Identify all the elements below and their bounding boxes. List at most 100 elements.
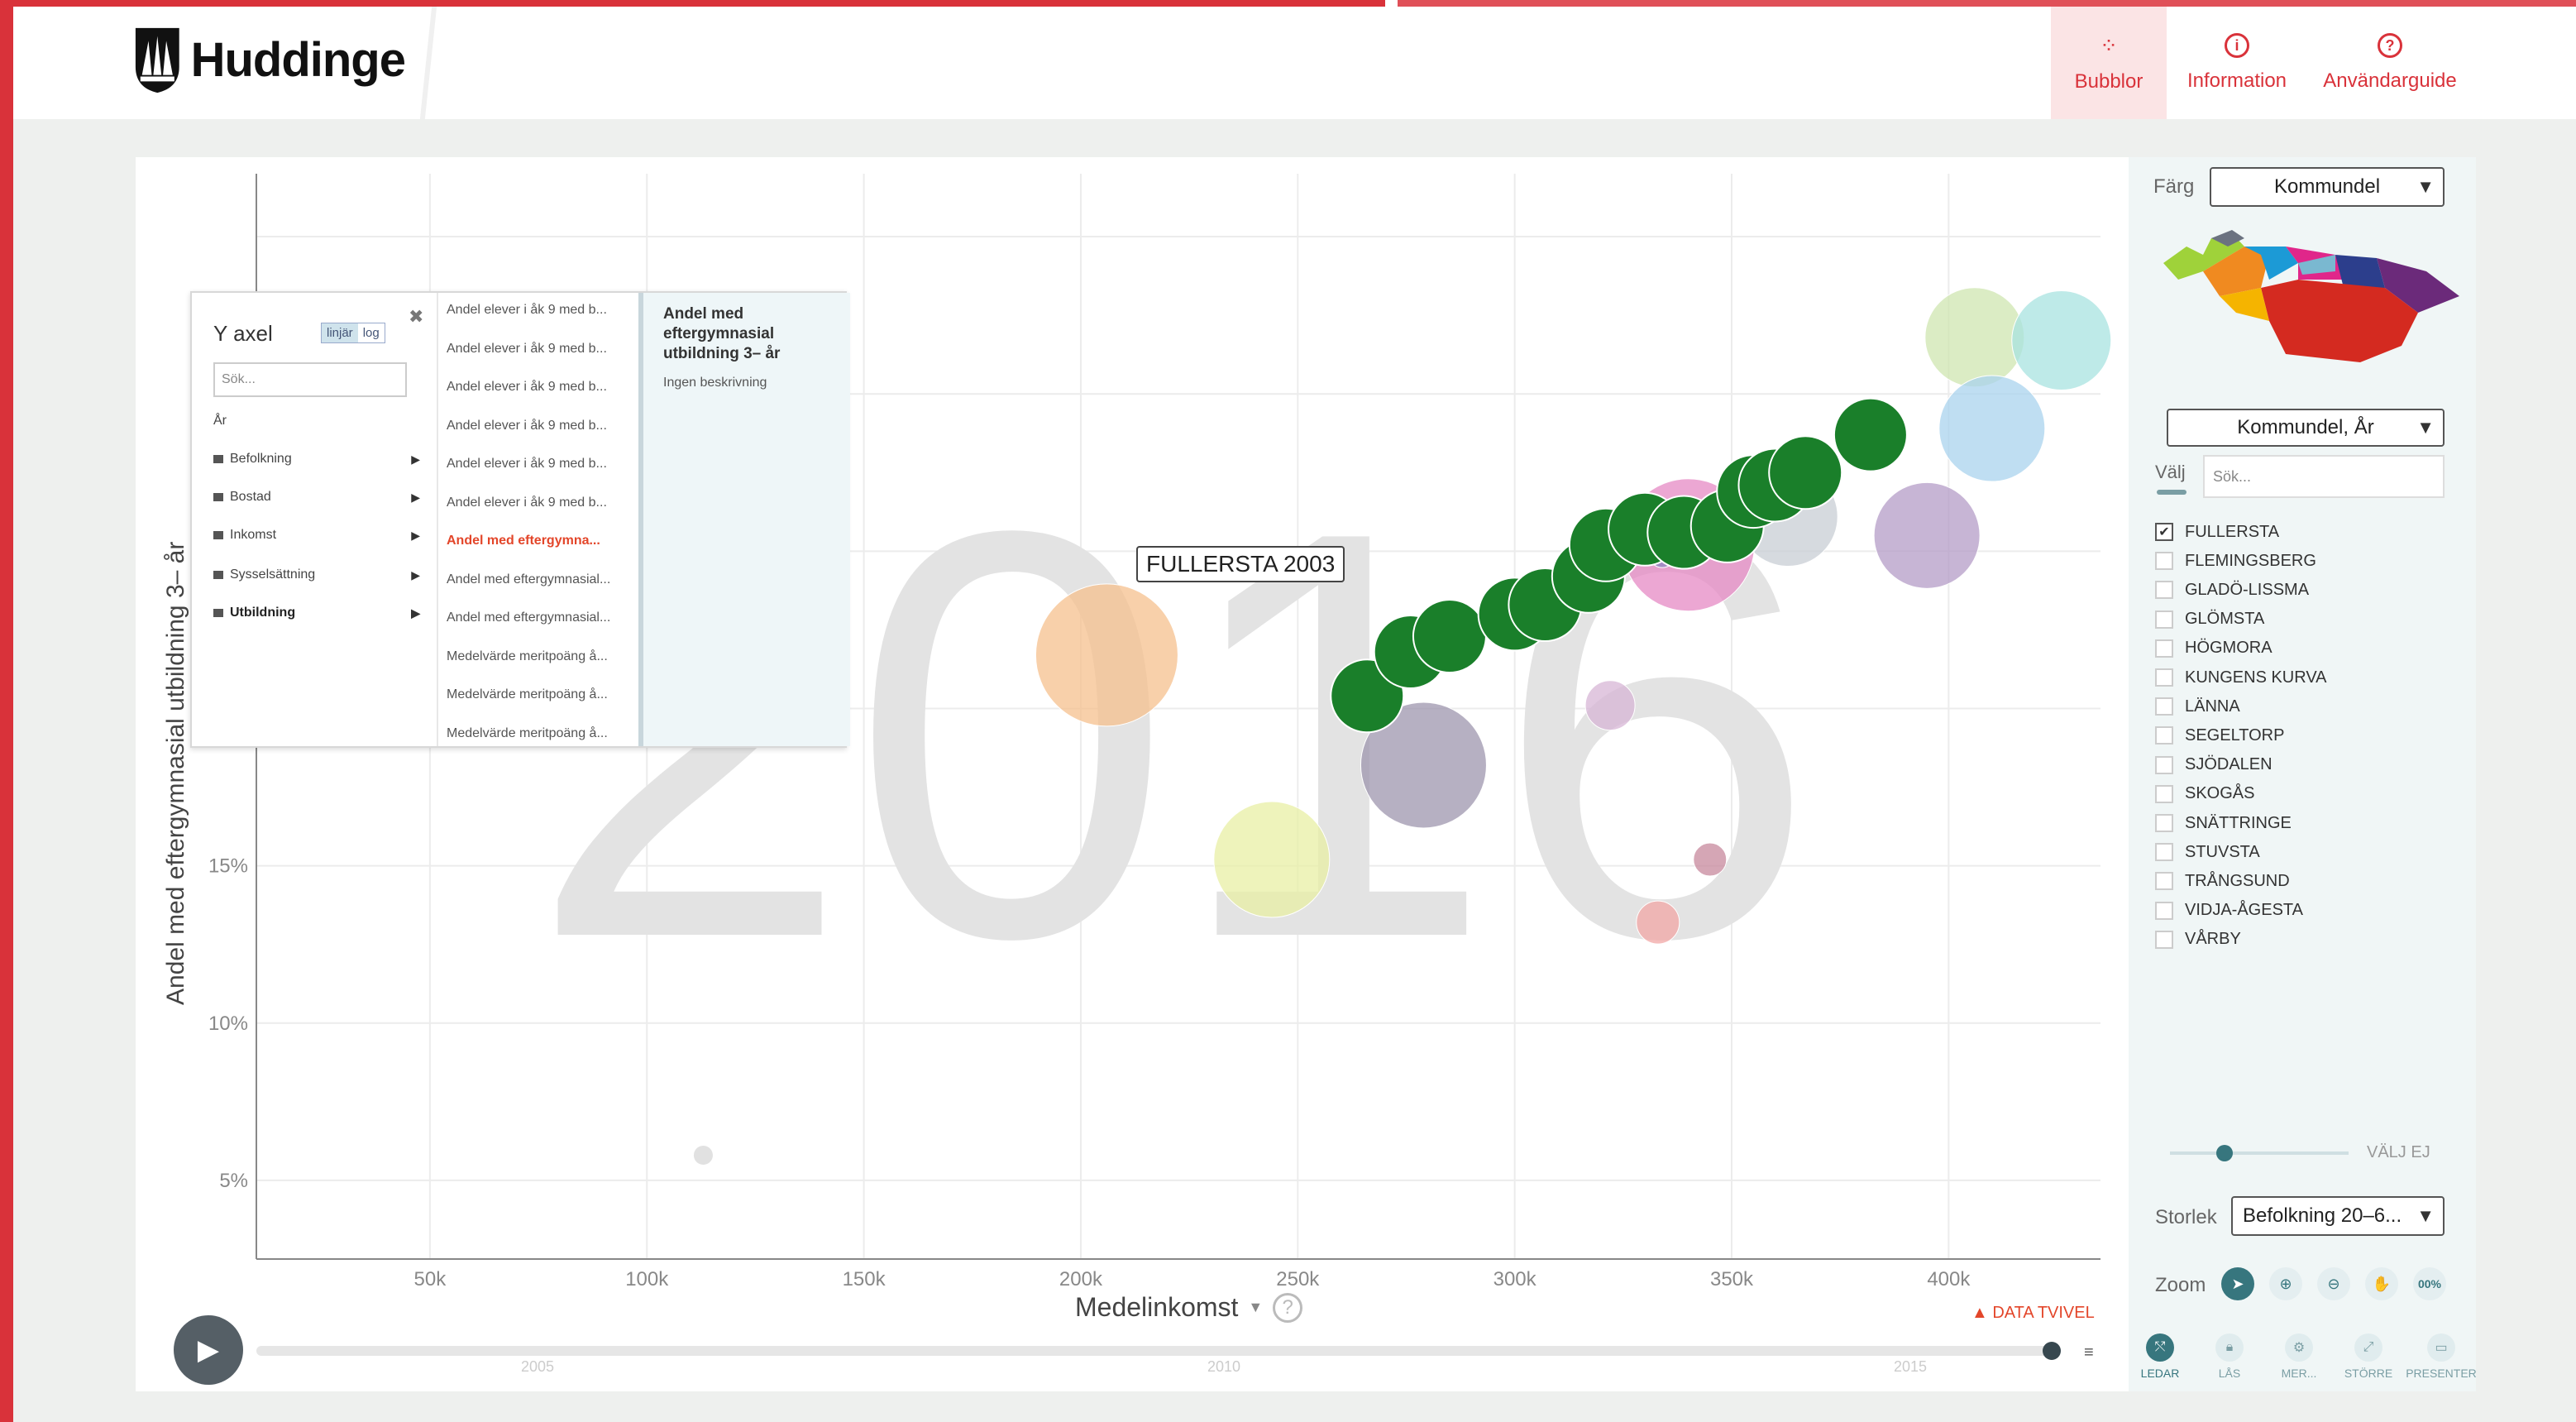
y-menu-option[interactable]: Andel elever i åk 9 med b...	[447, 419, 630, 433]
trail-bubble[interactable]	[1412, 599, 1487, 674]
trail-bubble[interactable]	[1833, 397, 1908, 472]
zoom-reset-button[interactable]: 00%	[2413, 1267, 2446, 1300]
y-menu-item-label: År	[213, 414, 227, 428]
y-axis-title[interactable]: Andel med eftergymnasial utbildning 3– å…	[162, 542, 189, 1005]
checkbox[interactable]	[2155, 930, 2173, 949]
bubble[interactable]	[1213, 801, 1331, 918]
pan-tool-button[interactable]: ✋	[2365, 1267, 2398, 1300]
district-checkbox-row[interactable]: TRÅNGSUND	[2155, 869, 2420, 893]
y-tick-label: 10%	[208, 1013, 248, 1035]
bubble[interactable]	[1636, 900, 1680, 945]
y-menu-tree: Y axel linjär log ✖ Sök... År Befolkning…	[192, 293, 433, 746]
bubble[interactable]	[1584, 680, 1636, 731]
checkbox[interactable]	[2155, 697, 2173, 716]
district-checkbox-row[interactable]: LÄNNA	[2155, 694, 2420, 719]
close-icon[interactable]: ✖	[409, 306, 423, 328]
select-slider[interactable]	[2157, 490, 2186, 495]
checkbox[interactable]	[2155, 610, 2173, 629]
y-menu-option[interactable]: Andel elever i åk 9 med b...	[447, 496, 630, 510]
district-checkbox-row[interactable]: VIDJA-ÅGESTA	[2155, 898, 2420, 923]
bubble[interactable]	[1938, 375, 2046, 482]
bubble[interactable]	[1693, 842, 1728, 877]
opacity-slider-handle[interactable]	[2216, 1145, 2233, 1161]
bubble[interactable]	[2011, 290, 2112, 391]
more-button[interactable]: ⚙ MER...	[2266, 1324, 2332, 1390]
data-warning-link[interactable]: ▲ DATA TVIVEL	[1971, 1304, 2095, 1323]
district-checkbox-row[interactable]: KUNGENS KURVA	[2155, 665, 2420, 690]
checkbox[interactable]	[2155, 668, 2173, 687]
district-checkbox-row[interactable]: VÅRBY	[2155, 927, 2420, 952]
timeline-speed-icon[interactable]: ≡	[2084, 1343, 2094, 1362]
y-menu-search-input[interactable]: Sök...	[213, 362, 407, 397]
trail-bubble[interactable]	[1768, 435, 1843, 510]
bubble[interactable]	[1873, 481, 1981, 589]
x-tick-label: 350k	[1710, 1268, 1754, 1290]
district-checkbox-row[interactable]: HÖGMORA	[2155, 636, 2420, 661]
y-menu-option[interactable]: Andel elever i åk 9 med b...	[447, 303, 630, 318]
district-checkbox-row[interactable]: SNÄTTRINGE	[2155, 811, 2420, 835]
y-menu-option[interactable]: Medelvärde meritpoäng å...	[447, 726, 630, 741]
y-menu-option[interactable]: Andel med eftergymnasial...	[447, 572, 630, 587]
district-checkbox-row[interactable]: SEGELTORP	[2155, 723, 2420, 748]
trails-button[interactable]: ⤲ LEDAR	[2127, 1324, 2193, 1390]
y-menu-option[interactable]: Andel elever i åk 9 med b...	[447, 457, 630, 472]
present-button[interactable]: ▭ PRESENTER	[2406, 1324, 2477, 1390]
checkbox[interactable]	[2155, 901, 2173, 920]
lock-button[interactable]: 🔒︎ LÅS	[2196, 1324, 2263, 1390]
y-menu-option[interactable]: Andel med eftergymna...	[447, 534, 630, 548]
x-axis-title[interactable]: Medelinkomst	[1075, 1292, 1238, 1323]
pointer-tool-button[interactable]: ➤	[2221, 1267, 2254, 1300]
y-menu-item-sysselsattning[interactable]: Sysselsättning ▶	[213, 567, 420, 582]
y-menu-option[interactable]: Medelvärde meritpoäng å...	[447, 649, 630, 664]
checkbox[interactable]	[2155, 784, 2173, 803]
scale-log-button[interactable]: log	[358, 323, 385, 342]
color-select[interactable]: Kommundel ▼	[2210, 167, 2445, 207]
district-map[interactable]	[2153, 222, 2468, 379]
checkbox[interactable]	[2155, 639, 2173, 658]
chevron-right-icon: ▶	[411, 528, 420, 542]
y-menu-option[interactable]: Andel med eftergymnasial...	[447, 610, 630, 625]
district-checkbox-row[interactable]: SJÖDALEN	[2155, 753, 2420, 778]
expand-button[interactable]: ⤢ STÖRRE	[2335, 1324, 2402, 1390]
scale-linear-button[interactable]: linjär	[322, 323, 358, 342]
bubble[interactable]	[692, 1145, 714, 1166]
y-menu-item-utbildning[interactable]: Utbildning ▶	[213, 606, 420, 620]
district-checkbox-row[interactable]: ✔ FULLERSTA	[2155, 519, 2420, 544]
play-button[interactable]: ▶	[174, 1315, 243, 1385]
checkbox[interactable]	[2155, 843, 2173, 862]
checkbox[interactable]	[2155, 872, 2173, 891]
zoom-in-button[interactable]: ⊕	[2269, 1267, 2302, 1300]
checkbox[interactable]	[2155, 814, 2173, 832]
x-tick-label: 50k	[414, 1268, 447, 1290]
y-menu-item-befolkning[interactable]: Befolkning ▶	[213, 452, 420, 467]
checkbox[interactable]	[2155, 726, 2173, 745]
y-menu-item-inkomst[interactable]: Inkomst ▶	[213, 528, 420, 543]
help-icon[interactable]: ?	[1273, 1292, 1303, 1323]
x-tick-label: 200k	[1059, 1268, 1103, 1290]
x-axis-title-group[interactable]: Medelinkomst ▼ ?	[1075, 1292, 1303, 1323]
y-menu-option[interactable]: Andel elever i åk 9 med b...	[447, 342, 630, 357]
select-mode-dropdown[interactable]: Kommundel, År ▼	[2167, 409, 2445, 447]
chevron-down-icon[interactable]: ▼	[1248, 1299, 1263, 1316]
size-select[interactable]: Befolkning 20–6... ▼	[2231, 1196, 2445, 1236]
district-checkbox-row[interactable]: GLÖMSTA	[2155, 607, 2420, 632]
opacity-slider-track[interactable]	[2170, 1151, 2349, 1155]
district-checkbox-row[interactable]: GLADÖ-LISSMA	[2155, 577, 2420, 602]
district-search-input[interactable]: Sök...	[2203, 455, 2445, 498]
y-menu-item-ar[interactable]: År	[213, 414, 420, 429]
y-menu-option[interactable]: Medelvärde meritpoäng å...	[447, 687, 630, 702]
bubble[interactable]	[1924, 287, 2025, 388]
checkbox[interactable]	[2155, 552, 2173, 571]
district-checkbox-row[interactable]: SKOGÅS	[2155, 782, 2420, 807]
district-checkbox-row[interactable]: FLEMINGSBERG	[2155, 548, 2420, 573]
timeline-slider[interactable]	[256, 1346, 2056, 1356]
zoom-out-button[interactable]: ⊖	[2317, 1267, 2350, 1300]
checkbox[interactable]	[2155, 581, 2173, 600]
timeline-handle[interactable]	[2043, 1342, 2061, 1360]
y-menu-option[interactable]: Andel elever i åk 9 med b...	[447, 380, 630, 395]
district-checkbox-row[interactable]: STUVSTA	[2155, 840, 2420, 864]
checkbox-checked[interactable]: ✔	[2155, 523, 2173, 541]
y-menu-item-bostad[interactable]: Bostad ▶	[213, 490, 420, 505]
checkbox[interactable]	[2155, 755, 2173, 774]
bubble[interactable]	[1035, 583, 1178, 727]
